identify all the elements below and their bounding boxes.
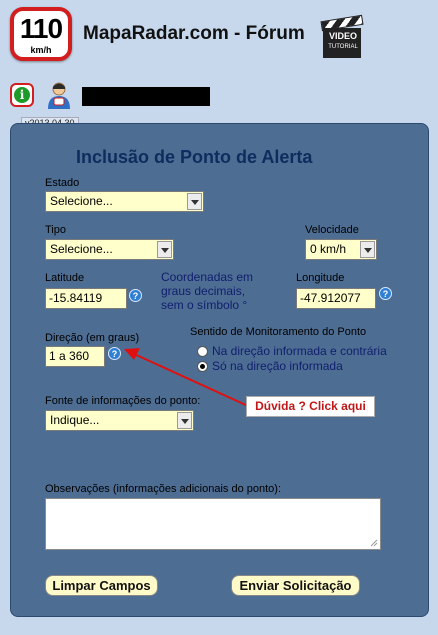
direcao-value: 1 a 360	[49, 349, 90, 363]
site-title: MapaRadar.com - Fórum	[83, 23, 305, 44]
fonte-select[interactable]: Indique...	[45, 410, 194, 431]
latitude-value: -15.84119	[49, 291, 103, 305]
video-label: VIDEO	[328, 31, 357, 41]
direcao-field[interactable]: 1 a 360	[45, 346, 105, 367]
longitude-field[interactable]: -47.912077	[296, 288, 376, 309]
chevron-down-icon	[157, 241, 172, 258]
velocidade-label: Velocidade	[305, 224, 359, 236]
longitude-label: Longitude	[296, 272, 345, 284]
form-title: Inclusão de Ponto de Alerta	[76, 147, 313, 167]
tipo-value: Selecione...	[50, 242, 113, 256]
velocidade-select[interactable]: 0 km/h	[305, 239, 377, 260]
chevron-down-icon	[187, 193, 202, 210]
sentido-label: Sentido de Monitoramento do Ponto	[190, 326, 367, 338]
logo-number: 110	[19, 13, 63, 44]
video-tutorial-icon[interactable]: VIDEO TUTORIAL	[320, 14, 364, 60]
info-icon[interactable]: i	[10, 83, 34, 107]
estado-label: Estado	[45, 177, 80, 189]
observacoes-textarea[interactable]	[45, 498, 381, 550]
estado-value: Selecione...	[50, 194, 113, 208]
fonte-label: Fonte de informações do ponto:	[45, 395, 201, 407]
user-avatar-icon[interactable]	[45, 81, 73, 109]
submit-button[interactable]: Enviar Solicitação	[231, 575, 360, 596]
chevron-down-icon	[177, 412, 192, 429]
estado-select[interactable]: Selecione...	[45, 191, 204, 212]
coordinate-note: Coordenadas em graus decimais, sem o sím…	[161, 270, 254, 312]
latitude-help-icon[interactable]: ?	[129, 289, 142, 302]
chevron-down-icon	[360, 241, 375, 258]
velocidade-value: 0 km/h	[310, 242, 347, 256]
help-tooltip[interactable]: Dúvida ? Click aqui	[246, 396, 375, 417]
longitude-value: -47.912077	[300, 291, 361, 305]
redacted-username	[82, 87, 210, 106]
tipo-label: Tipo	[45, 224, 66, 236]
tipo-select[interactable]: Selecione...	[45, 239, 174, 260]
clear-button[interactable]: Limpar Campos	[45, 575, 158, 596]
latitude-label: Latitude	[45, 272, 85, 284]
resize-grip-icon[interactable]	[370, 539, 378, 547]
longitude-help-icon[interactable]: ?	[379, 287, 392, 300]
tutorial-label: TUTORIAL	[328, 44, 358, 50]
logo-unit: km/h	[30, 45, 52, 55]
latitude-field[interactable]: -15.84119	[45, 288, 127, 309]
fonte-value: Indique...	[50, 413, 100, 427]
observacoes-label: Observações (informações adicionais do p…	[45, 483, 282, 495]
speed-logo[interactable]: 110 km/h	[10, 7, 72, 61]
